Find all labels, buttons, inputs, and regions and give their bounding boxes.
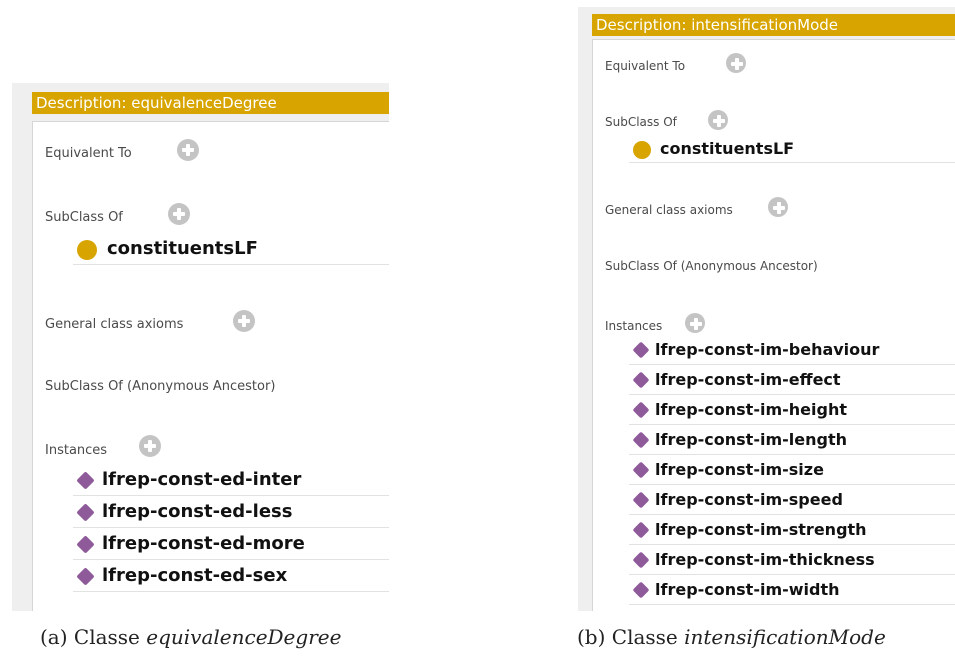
add-instance-plus-icon[interactable] (685, 313, 705, 333)
caption-b: (b) Classe intensificationMode (577, 625, 886, 649)
instance-entry[interactable]: lfrep-const-im-height (629, 395, 955, 425)
instance-entry[interactable]: lfrep-const-im-width (629, 575, 955, 605)
individual-diamond-icon (632, 551, 650, 569)
individual-diamond-icon (632, 371, 650, 389)
caption-a-prefix: (a) Classe (40, 625, 147, 649)
add-subclass-plus-icon[interactable] (708, 110, 728, 130)
instance-entry[interactable]: lfrep-const-im-behaviour (629, 335, 955, 365)
add-equivalent-plus-icon[interactable] (726, 53, 746, 73)
instance-entry[interactable]: lfrep-const-im-strength (629, 515, 955, 545)
instance-entry[interactable]: lfrep-const-ed-inter (73, 464, 389, 496)
add-subclass-plus-icon[interactable] (168, 203, 190, 225)
add-axiom-plus-icon[interactable] (768, 197, 788, 217)
add-axiom-plus-icon[interactable] (233, 310, 255, 332)
panel-equivalence-degree: Description: equivalenceDegree Equivalen… (12, 83, 389, 611)
individual-diamond-icon (632, 581, 650, 599)
caption-b-prefix: (b) Classe (577, 625, 685, 649)
individual-diamond-icon (632, 491, 650, 509)
instance-name: lfrep-const-im-strength (655, 520, 867, 539)
panel-title: Description: intensificationMode (592, 14, 955, 36)
subclass-of-label: SubClass Of (605, 115, 677, 129)
instance-name: lfrep-const-im-speed (655, 490, 843, 509)
instance-entry[interactable]: lfrep-const-im-effect (629, 365, 955, 395)
instance-name: lfrep-const-ed-inter (102, 469, 302, 490)
equivalent-to-label: Equivalent To (605, 59, 686, 73)
instance-entry[interactable]: lfrep-const-ed-less (73, 496, 389, 528)
general-axioms-label: General class axioms (45, 317, 184, 332)
add-instance-plus-icon[interactable] (139, 435, 161, 457)
superclass-entry[interactable]: constituentsLF (629, 136, 955, 163)
individual-diamond-icon (76, 535, 95, 554)
individual-diamond-icon (632, 341, 650, 359)
instance-entry[interactable]: lfrep-const-im-speed (629, 485, 955, 515)
instance-entry[interactable]: lfrep-const-im-thickness (629, 545, 955, 575)
subclass-of-label: SubClass Of (45, 210, 123, 225)
superclass-name: constituentsLF (107, 238, 258, 259)
panel-intensification-mode: Description: intensificationMode Equival… (578, 7, 955, 611)
instance-name: lfrep-const-ed-sex (102, 565, 288, 586)
class-dot-icon (77, 240, 97, 260)
anonymous-ancestor-label: SubClass Of (Anonymous Ancestor) (45, 379, 276, 394)
individual-diamond-icon (632, 401, 650, 419)
instance-name: lfrep-const-im-height (655, 400, 847, 419)
superclass-name: constituentsLF (660, 139, 795, 158)
instance-entry[interactable]: lfrep-const-im-length (629, 425, 955, 455)
description-body: Equivalent To SubClass Of constituentsLF… (592, 39, 955, 611)
instances-label: Instances (45, 443, 108, 458)
individual-diamond-icon (76, 567, 95, 586)
individual-diamond-icon (632, 461, 650, 479)
general-axioms-label: General class axioms (605, 203, 733, 217)
caption-a-class-name: equivalenceDegree (146, 625, 342, 649)
individual-diamond-icon (76, 471, 95, 490)
equivalent-to-label: Equivalent To (45, 146, 132, 161)
individual-diamond-icon (76, 503, 95, 522)
add-equivalent-plus-icon[interactable] (177, 139, 199, 161)
instance-name: lfrep-const-im-length (655, 430, 847, 449)
instance-entry[interactable]: lfrep-const-im-size (629, 455, 955, 485)
instances-label: Instances (605, 319, 663, 333)
description-body: Equivalent To SubClass Of constituentsLF… (32, 121, 389, 611)
instance-name: lfrep-const-im-thickness (655, 550, 875, 569)
superclass-entry[interactable]: constituentsLF (73, 233, 389, 265)
individual-diamond-icon (632, 431, 650, 449)
class-dot-icon (633, 141, 651, 159)
anonymous-ancestor-label: SubClass Of (Anonymous Ancestor) (605, 259, 818, 273)
caption-a: (a) Classe equivalenceDegree (40, 625, 341, 649)
individual-diamond-icon (632, 521, 650, 539)
instance-name: lfrep-const-im-width (655, 580, 840, 599)
caption-b-class-name: intensificationMode (684, 625, 886, 649)
instance-name: lfrep-const-im-size (655, 460, 824, 479)
instance-entry[interactable]: lfrep-const-ed-sex (73, 560, 389, 592)
instance-name: lfrep-const-im-behaviour (655, 340, 880, 359)
instance-name: lfrep-const-im-effect (655, 370, 841, 389)
instance-name: lfrep-const-ed-less (102, 501, 293, 522)
instance-name: lfrep-const-ed-more (102, 533, 305, 554)
instance-entry[interactable]: lfrep-const-ed-more (73, 528, 389, 560)
panel-title: Description: equivalenceDegree (32, 92, 389, 114)
